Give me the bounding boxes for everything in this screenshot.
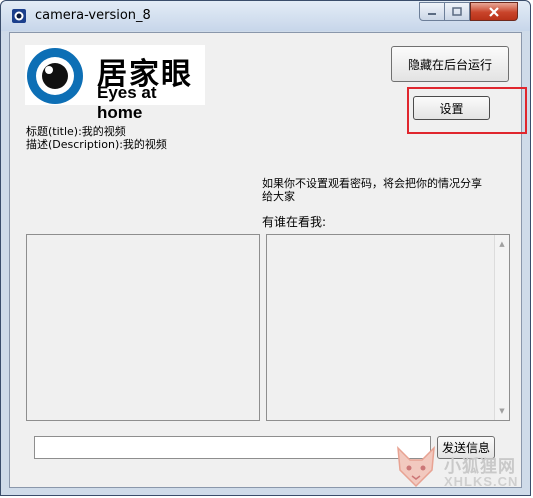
window-title: camera-version_8 <box>35 8 151 23</box>
app-icon <box>12 9 26 23</box>
password-notice: 如果你不设置观看密码，将会把你的情况分享给大家 <box>262 177 482 203</box>
close-icon <box>489 6 499 17</box>
maximize-button[interactable] <box>444 2 470 21</box>
minimize-button[interactable] <box>419 2 445 21</box>
maximize-icon <box>452 7 462 16</box>
eye-icon <box>25 45 85 105</box>
settings-button[interactable]: 设置 <box>413 96 490 120</box>
description-info: 描述(Description):我的视频 <box>26 138 167 151</box>
client-area: 居家眼 Eyes at home 隐藏在后台运行 设置 标题(title):我的… <box>9 32 527 488</box>
logo: 居家眼 Eyes at home <box>25 45 205 122</box>
video-panel <box>26 234 260 421</box>
message-input[interactable] <box>34 436 431 459</box>
watchers-list[interactable]: ▲ ▼ <box>266 234 510 421</box>
logo-english-text: Eyes at home <box>97 83 157 122</box>
scroll-down-icon[interactable]: ▼ <box>495 404 509 418</box>
title-bar[interactable]: camera-version_8 <box>1 1 530 31</box>
hide-run-background-button[interactable]: 隐藏在后台运行 <box>391 46 509 82</box>
scroll-up-icon[interactable]: ▲ <box>495 237 509 251</box>
watchers-label: 有谁在看我: <box>262 215 327 229</box>
send-message-button[interactable]: 发送信息 <box>437 436 495 459</box>
close-button[interactable] <box>470 2 518 21</box>
watchers-scrollbar[interactable]: ▲ ▼ <box>494 235 509 420</box>
app-window: camera-version_8 居家眼 Eyes at home 隐藏在后台运 <box>0 0 531 496</box>
minimize-icon <box>428 12 436 15</box>
